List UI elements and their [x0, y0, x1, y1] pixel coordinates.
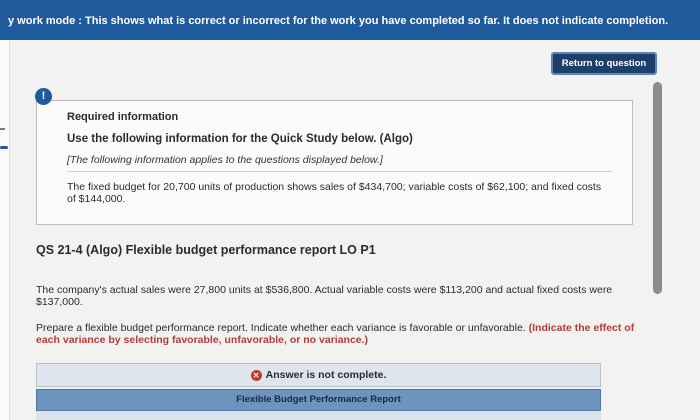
return-to-question-button[interactable]: Return to question	[551, 52, 657, 75]
required-information-heading: Required information	[67, 111, 179, 123]
left-panel-tick	[0, 128, 5, 130]
work-mode-text: y work mode : This shows what is correct…	[8, 15, 669, 27]
answer-status-text: Answer is not complete.	[265, 369, 387, 381]
applies-note: [The following information applies to th…	[67, 154, 383, 166]
tab-flexible-budget-performance-report[interactable]: Flexible Budget Performance Report	[36, 389, 601, 411]
x-circle-icon: ✕	[250, 369, 262, 381]
info-divider	[67, 171, 612, 172]
alert-icon: !	[35, 88, 52, 105]
prepare-text: Prepare a flexible budget performance re…	[36, 322, 526, 334]
left-panel-edge	[0, 40, 10, 420]
scrollbar-thumb[interactable]	[653, 82, 662, 294]
required-information-box: Required information Use the following i…	[36, 100, 633, 225]
fixed-budget-text: The fixed budget for 20,700 units of pro…	[67, 181, 602, 205]
report-area-top	[36, 411, 601, 420]
prepare-instruction: Prepare a flexible budget performance re…	[36, 322, 646, 346]
left-panel-indicator[interactable]	[0, 146, 8, 149]
answer-status-bar: ✕ Answer is not complete.	[36, 363, 601, 387]
quick-study-instruction: Use the following information for the Qu…	[67, 133, 413, 145]
work-mode-banner: y work mode : This shows what is correct…	[0, 0, 700, 40]
question-title: QS 21-4 (Algo) Flexible budget performan…	[36, 243, 376, 257]
actual-results-text: The company's actual sales were 27,800 u…	[36, 284, 613, 308]
